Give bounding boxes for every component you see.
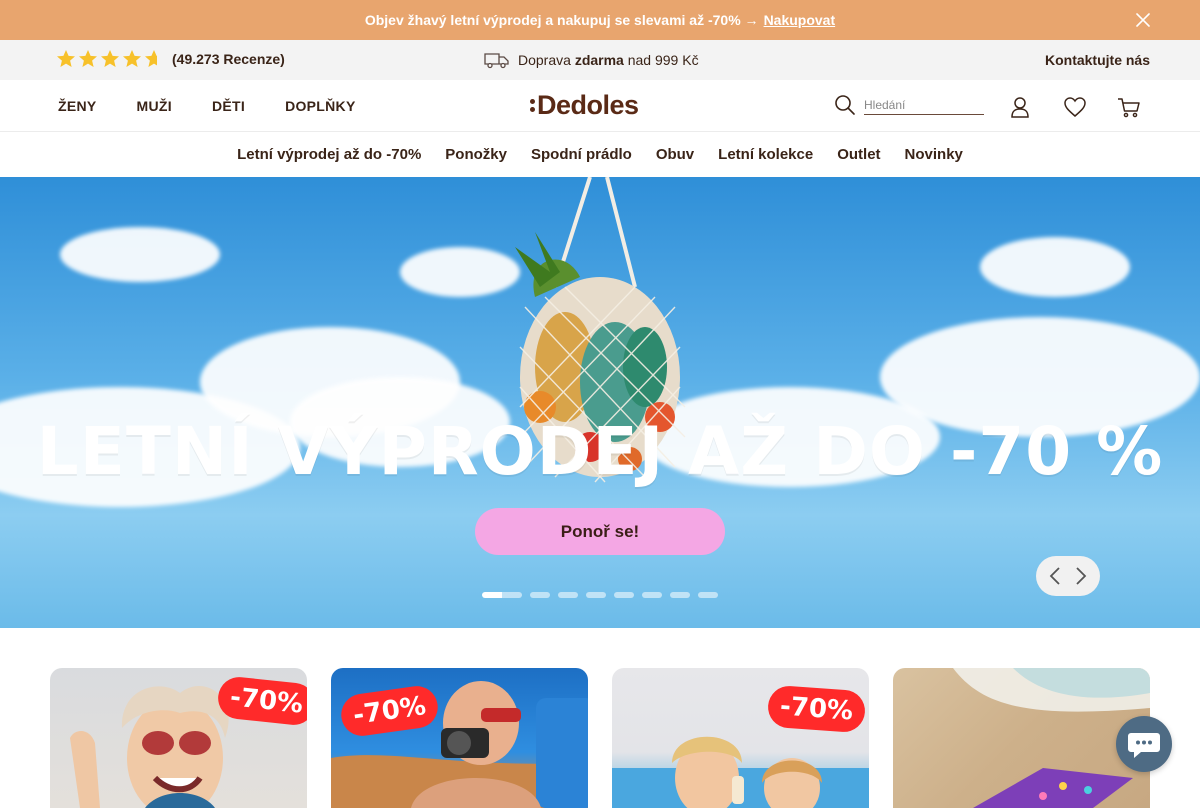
subnav-item-outlet[interactable]: Outlet [837,146,880,163]
slider-dot[interactable] [530,592,550,598]
logo-dots [530,99,535,112]
promo-card[interactable]: -70% [50,668,307,808]
chevron-left-icon[interactable] [1045,564,1065,588]
hero-banner[interactable]: LETNÍ VÝPRODEJ AŽ DO -70 % Ponoř se! [0,177,1200,628]
nav-item-women[interactable]: ŽENY [58,98,97,114]
chevron-right-icon[interactable] [1071,564,1091,588]
man-camera-image [331,681,588,808]
shipping-info: Doprava zdarma nad 999 Kč [484,51,699,69]
contact-link[interactable]: Kontaktujte nás [1045,52,1150,68]
star-icon [123,50,141,67]
nav-item-men[interactable]: MUŽI [137,98,172,114]
discount-badge: -70% [766,684,867,734]
logo-text: Dedoles [537,90,639,120]
sub-nav: Letní výprodej až do -70% Ponožky Spodní… [0,132,1200,177]
search-icon[interactable] [834,94,856,116]
slider-dot[interactable] [614,592,634,598]
half-star-icon [145,49,164,69]
hero-cta-button[interactable]: Ponoř se! [475,508,725,555]
subnav-item-shoes[interactable]: Obuv [656,146,694,163]
subnav-item-summer-sale[interactable]: Letní výprodej až do -70% [237,146,421,163]
main-header: ŽENY MUŽI DĚTI DOPLŇKY Dedoles [0,80,1200,132]
subnav-item-new[interactable]: Novinky [905,146,963,163]
cloud-shape [980,237,1130,297]
shipping-suffix: nad 999 Kč [627,52,699,68]
slider-dot[interactable] [642,592,662,598]
hero-title: LETNÍ VÝPRODEJ AŽ DO -70 % [36,413,1164,490]
heart-icon[interactable] [1062,94,1088,120]
slider-arrows [1036,556,1100,596]
slider-dot[interactable] [586,592,606,598]
search-box [834,94,984,116]
user-icon[interactable] [1007,94,1033,120]
category-nav: ŽENY MUŽI DĚTI DOPLŇKY [58,98,356,114]
subnav-item-socks[interactable]: Ponožky [445,146,507,163]
rating-count: (49.273 Recenze) [172,51,285,67]
promo-card[interactable]: -70% [612,668,869,808]
slider-dot[interactable] [482,592,522,598]
cloud-shape [60,227,220,282]
promo-card[interactable] [893,668,1150,808]
promo-cards: -70% -70% -70% [50,668,1150,808]
subnav-item-summer-collection[interactable]: Letní kolekce [718,146,813,163]
cart-icon[interactable] [1116,94,1142,120]
chat-bubble-icon [1128,733,1160,758]
rating-summary[interactable]: (49.273 Recenze) [56,49,285,69]
announcement-bar: Objev žhavý letní výprodej a nakupuj se … [0,0,1200,40]
truck-icon [484,53,509,69]
slider-dots [482,592,718,598]
slider-dot[interactable] [670,592,690,598]
subnav-item-underwear[interactable]: Spodní prádlo [531,146,632,163]
announcement-shop-link[interactable]: Nakupovat [764,12,836,28]
slider-dot[interactable] [558,592,578,598]
announcement-text: Objev žhavý letní výprodej a nakupuj se … [364,12,759,28]
star-icon [101,50,119,67]
nav-item-accessories[interactable]: DOPLŇKY [285,98,356,114]
info-bar: (49.273 Recenze) Doprava zdarma nad 999 … [0,40,1200,80]
logo[interactable]: Dedoles [530,90,639,121]
slider-dot[interactable] [698,592,718,598]
nav-item-kids[interactable]: DĚTI [212,98,245,114]
star-icon [79,50,97,67]
shipping-prefix: Doprava [518,52,571,68]
shipping-free: zdarma [574,52,624,68]
chat-button[interactable] [1116,716,1172,772]
beach-towel-image [953,668,1150,808]
star-icon [57,50,75,67]
search-input[interactable] [864,95,984,115]
promo-card[interactable]: -70% [331,668,588,808]
close-icon[interactable] [1134,11,1152,29]
